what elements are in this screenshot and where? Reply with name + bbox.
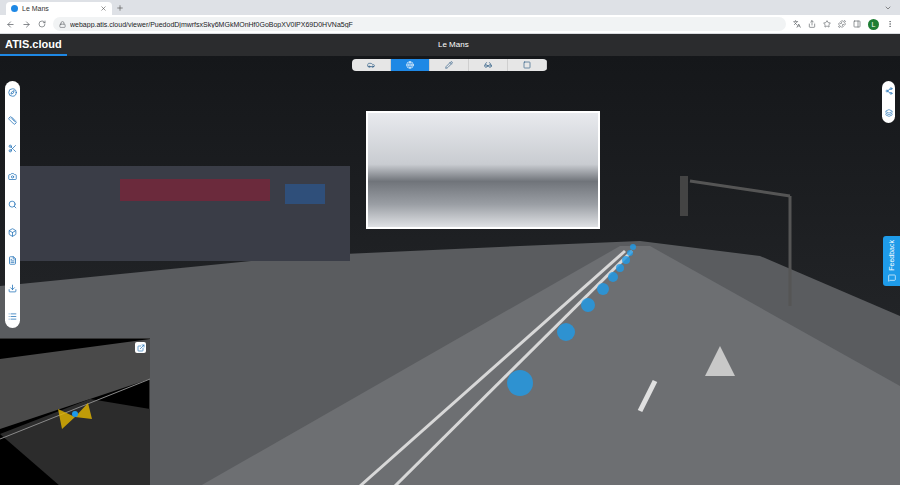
expand-icon [137, 344, 145, 352]
minimap[interactable] [0, 338, 150, 485]
view-mode-button[interactable] [430, 59, 469, 71]
view-mode-button[interactable] [508, 59, 547, 71]
panorama-mode-icon [406, 61, 414, 69]
extensions-icon[interactable] [838, 20, 846, 28]
scissors-icon[interactable] [8, 144, 17, 153]
ruler-icon[interactable] [8, 116, 17, 125]
url-field[interactable]: webapp.atis.cloud/viewer/PuedodDjmwrfsxS… [53, 17, 786, 31]
trajectory-point[interactable] [557, 323, 575, 341]
trajectory-point[interactable] [622, 256, 630, 264]
trajectory-point[interactable] [608, 272, 618, 282]
brand-logo[interactable]: ATIS.cloud [0, 34, 67, 56]
side-panel-icon[interactable] [853, 20, 861, 28]
profile-avatar[interactable]: L [868, 19, 879, 30]
view-mode-button[interactable] [352, 59, 391, 71]
app-header: ATIS.cloud Le Mans [0, 34, 900, 56]
project-title: Le Mans [438, 41, 469, 49]
measure-mode-icon [445, 61, 453, 69]
view-mode-button[interactable] [469, 59, 508, 71]
bookmark-icon[interactable] [823, 20, 831, 28]
close-tab-icon[interactable] [100, 5, 107, 12]
browser-tab[interactable]: Le Mans [6, 2, 112, 15]
list-icon[interactable] [8, 312, 17, 321]
document-icon[interactable] [8, 256, 17, 265]
trajectory-point[interactable] [597, 283, 609, 295]
box-icon[interactable] [8, 228, 17, 237]
minimap-expand-button[interactable] [135, 342, 146, 353]
feedback-icon [888, 274, 896, 282]
trajectory-point[interactable] [507, 370, 533, 396]
camera-icon[interactable] [8, 172, 17, 181]
translate-icon[interactable] [793, 20, 801, 28]
view-mode-button[interactable] [391, 59, 430, 71]
plan-mode-icon [523, 61, 531, 69]
trajectory-point[interactable] [616, 264, 624, 272]
tab-search-icon[interactable] [884, 4, 892, 12]
browser-window: Le Mans webapp.atis.cloud/viewer/PuedodDj… [0, 0, 900, 485]
point-cloud-viewer[interactable]: Feedback [0, 56, 900, 485]
address-bar-row: webapp.atis.cloud/viewer/PuedodDjmwrfsxS… [0, 15, 900, 34]
share-icon[interactable] [885, 87, 893, 95]
trajectory-point[interactable] [581, 298, 595, 312]
right-toolbar [882, 81, 895, 123]
lock-icon [59, 21, 66, 28]
vr-mode-icon [484, 61, 492, 69]
trajectory-point[interactable] [630, 244, 636, 250]
view-mode-toolbar [352, 59, 547, 71]
share-icon[interactable] [808, 20, 816, 28]
reload-icon[interactable] [38, 20, 46, 28]
minimap-map [0, 339, 150, 485]
trajectory-point[interactable] [627, 250, 633, 256]
new-tab-icon[interactable] [116, 4, 124, 12]
menu-icon[interactable] [886, 20, 894, 28]
back-icon[interactable] [6, 20, 15, 29]
drive-mode-icon [367, 61, 375, 69]
download-icon[interactable] [8, 284, 17, 293]
tab-strip: Le Mans [0, 0, 900, 15]
feedback-tab[interactable]: Feedback [883, 236, 900, 286]
tool-sidebar [5, 81, 20, 328]
search-icon[interactable] [8, 200, 17, 209]
favicon-icon [11, 5, 18, 12]
layers-icon[interactable] [885, 109, 893, 117]
compass-icon[interactable] [8, 88, 17, 97]
forward-icon[interactable] [22, 20, 31, 29]
panorama-preview[interactable] [366, 111, 600, 229]
